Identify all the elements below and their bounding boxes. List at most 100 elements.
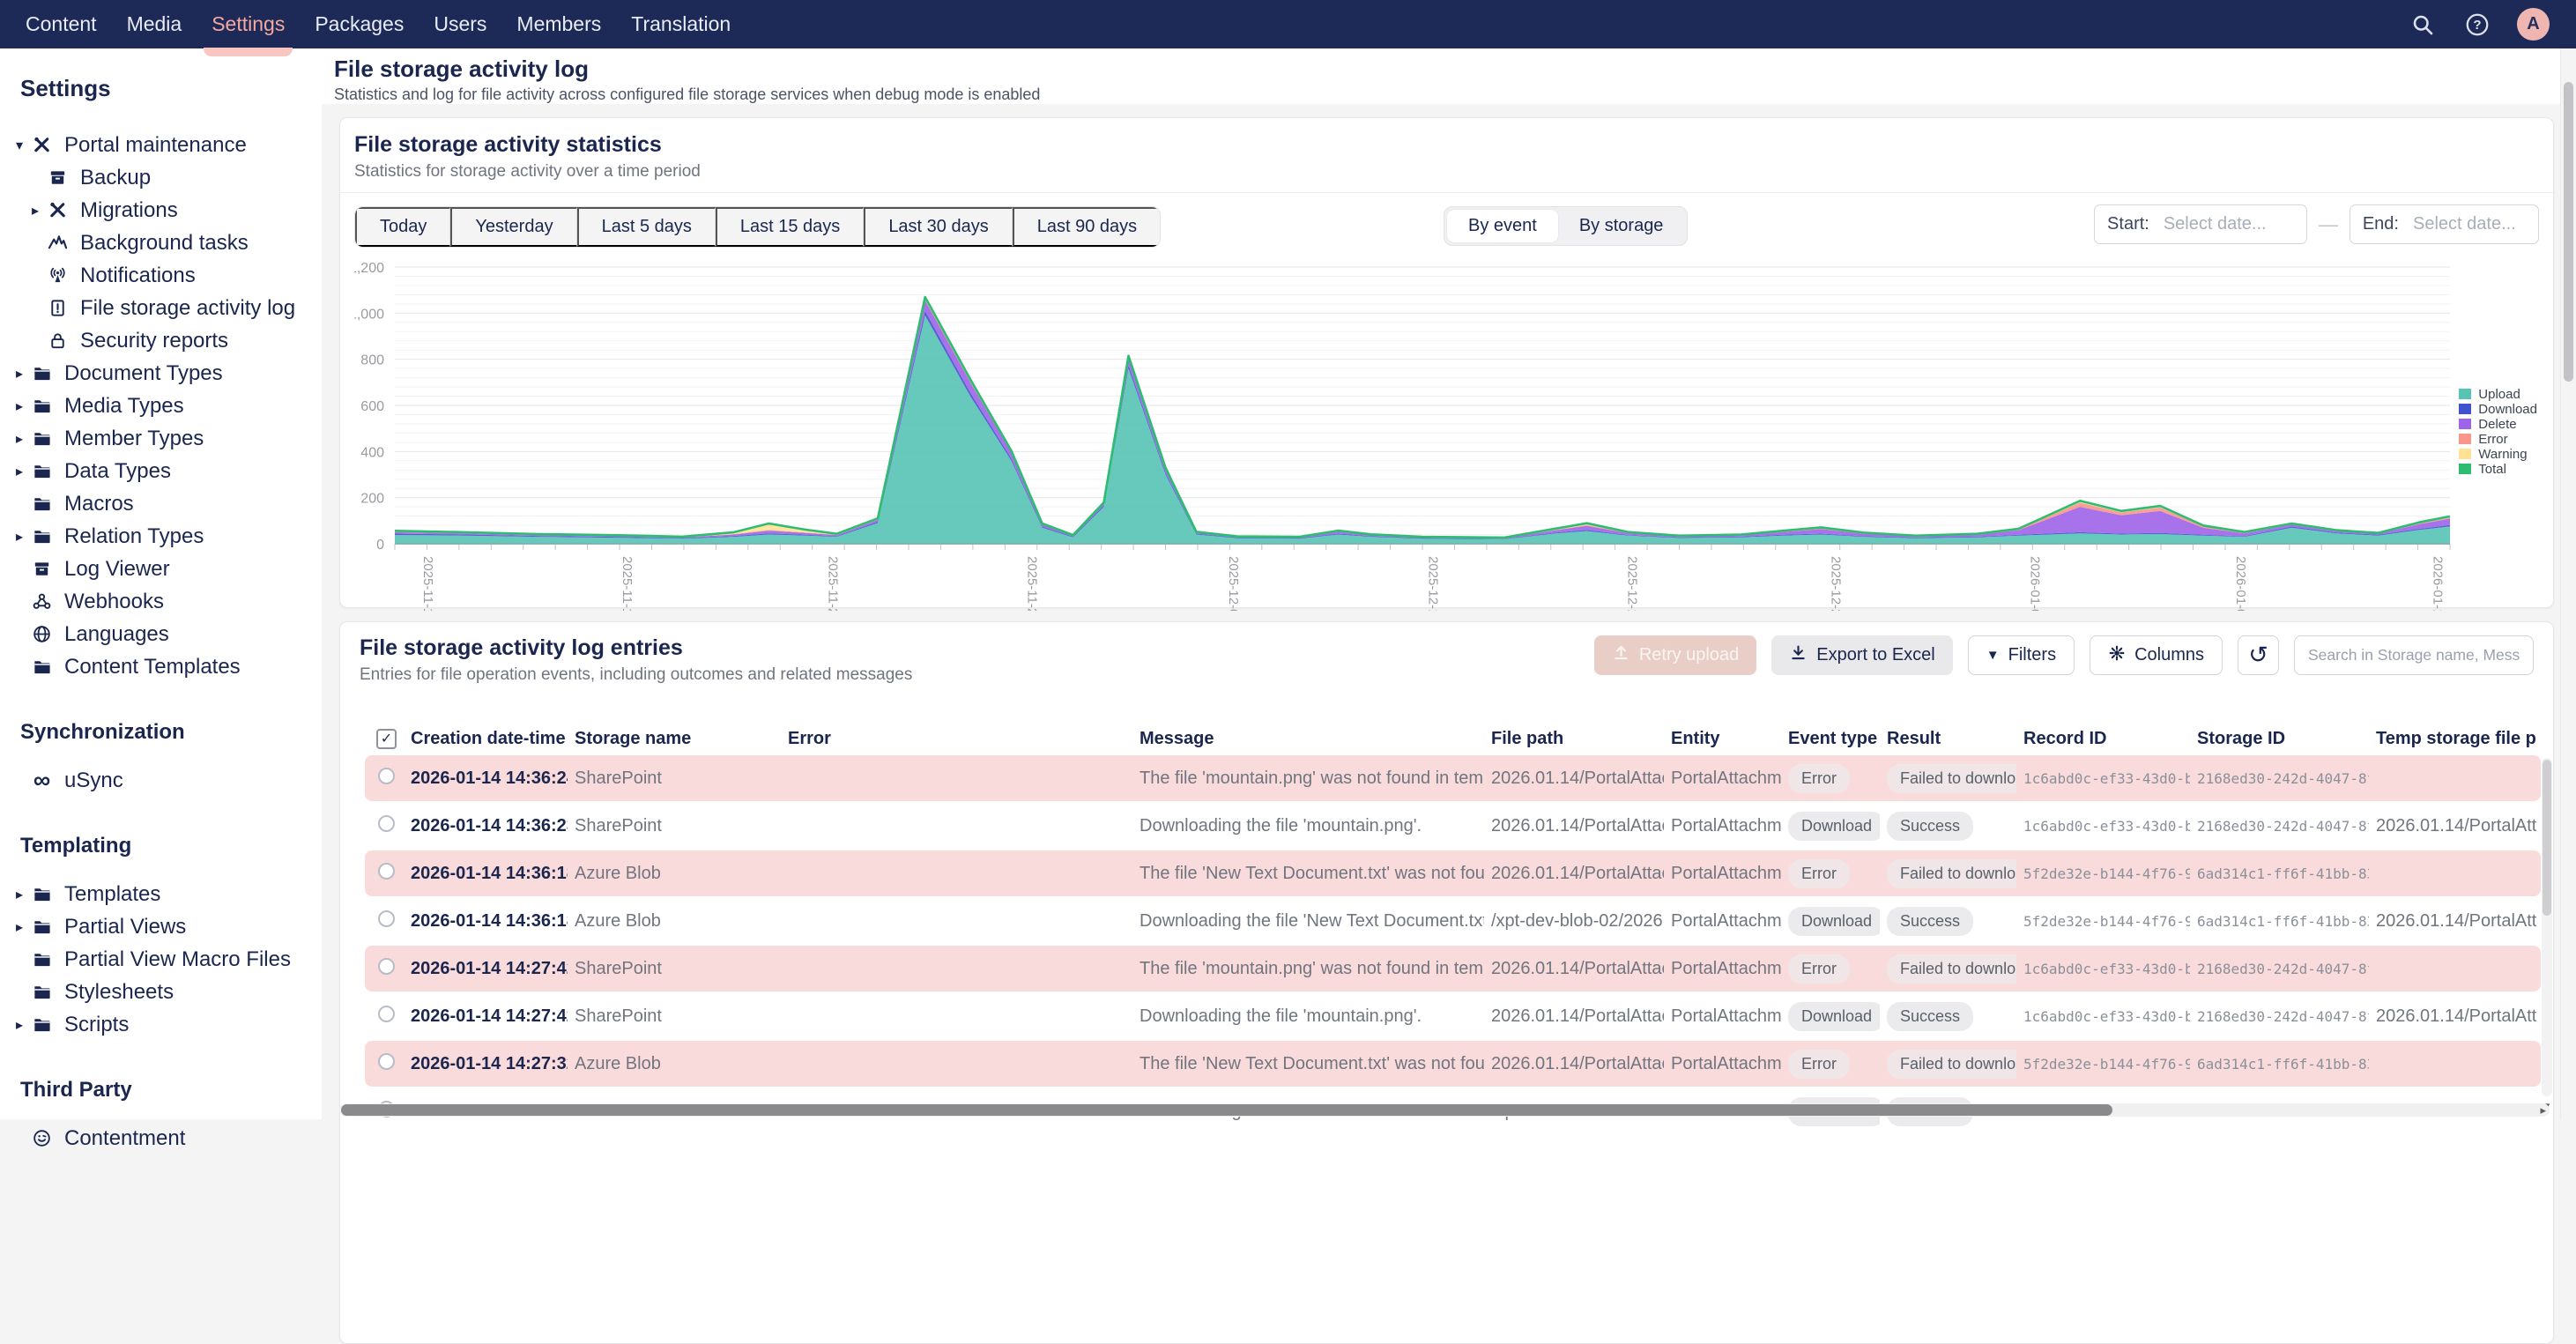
legend-item-delete[interactable]: Delete <box>2459 417 2537 431</box>
sidebar-item-notifications[interactable]: Notifications <box>0 259 322 292</box>
retry-upload-button[interactable]: Retry upload <box>1594 635 1756 675</box>
column-header-error[interactable]: Error <box>781 729 1132 749</box>
column-header-file_path[interactable]: File path <box>1484 729 1664 749</box>
entries-search-input[interactable] <box>2306 645 2521 665</box>
column-header-temp_path[interactable]: Temp storage file path <box>2369 729 2536 749</box>
sidebar-item-contentment[interactable]: Contentment <box>0 1122 322 1155</box>
sidebar-item-partial-views[interactable]: ▸Partial Views <box>0 910 322 943</box>
range-button-today[interactable]: Today <box>355 207 450 247</box>
nav-item-media[interactable]: Media <box>112 0 197 48</box>
sidebar-item-scripts[interactable]: ▸Scripts <box>0 1008 322 1041</box>
row-radio[interactable] <box>378 958 395 975</box>
sidebar-item-member-types[interactable]: ▸Member Types <box>0 422 322 455</box>
table-row[interactable]: 2026-01-14 14:27:42SharePointThe file 'm… <box>365 946 2541 991</box>
nav-item-settings[interactable]: Settings <box>197 0 300 48</box>
sidebar-item-media-types[interactable]: ▸Media Types <box>0 390 322 422</box>
sidebar-item-file-storage-activity-log[interactable]: File storage activity log <box>0 292 322 324</box>
caret-right-icon[interactable]: ▸ <box>26 202 45 219</box>
column-header-storage_id[interactable]: Storage ID <box>2190 729 2369 749</box>
search-icon[interactable] <box>2408 10 2438 40</box>
table-row[interactable]: 2026-01-14 14:36:18Azure BlobDownloading… <box>365 898 2541 944</box>
sidebar-item-backup[interactable]: Backup <box>0 161 322 194</box>
column-header-result[interactable]: Result <box>1880 729 2016 749</box>
sidebar-item-document-types[interactable]: ▸Document Types <box>0 357 322 390</box>
caret-right-icon[interactable]: ▸ <box>10 528 29 546</box>
start-date-input[interactable] <box>2162 213 2294 235</box>
sidebar-item-partial-view-macro-files[interactable]: Partial View Macro Files <box>0 943 322 976</box>
row-radio[interactable] <box>378 1053 395 1070</box>
caret-right-icon[interactable]: ▸ <box>10 463 29 480</box>
column-header-message[interactable]: Message <box>1132 729 1484 749</box>
caret-right-icon[interactable]: ▸ <box>10 1016 29 1034</box>
nav-item-packages[interactable]: Packages <box>300 0 419 48</box>
row-radio[interactable] <box>378 768 395 784</box>
table-vertical-scrollbar[interactable]: ▾ <box>2542 758 2552 1096</box>
sidebar-item-log-viewer[interactable]: Log Viewer <box>0 553 322 585</box>
columns-button[interactable]: Columns <box>2090 635 2223 675</box>
sidebar-item-relation-types[interactable]: ▸Relation Types <box>0 520 322 553</box>
column-header-record_id[interactable]: Record ID <box>2016 729 2190 749</box>
select-all-checkbox[interactable]: ✓ <box>376 729 397 749</box>
table-row[interactable]: 2026-01-14 14:27:32Azure BlobThe file 'N… <box>365 1041 2541 1087</box>
sidebar-item-usync[interactable]: ∞uSync <box>0 764 322 797</box>
caret-down-icon[interactable]: ▾ <box>10 137 29 154</box>
table-row[interactable]: 2026-01-14 14:36:23SharePointDownloading… <box>365 803 2541 849</box>
caret-right-icon[interactable]: ▸ <box>10 430 29 448</box>
range-button-last-30-days[interactable]: Last 30 days <box>864 207 1012 247</box>
column-header-event_type[interactable]: Event type <box>1781 729 1880 749</box>
row-radio[interactable] <box>378 863 395 880</box>
sidebar-item-migrations[interactable]: ▸Migrations <box>0 194 322 226</box>
sidebar-item-stylesheets[interactable]: Stylesheets <box>0 976 322 1008</box>
toggle-by-storage[interactable]: By storage <box>1558 210 1685 242</box>
window-vertical-scrollbar[interactable] <box>2560 48 2576 1119</box>
table-row[interactable]: 2026-01-14 14:36:18Azure BlobThe file 'N… <box>365 850 2541 896</box>
column-header-datetime[interactable]: Creation date-time▾ <box>404 729 568 749</box>
sidebar-item-data-types[interactable]: ▸Data Types <box>0 455 322 487</box>
legend-item-error[interactable]: Error <box>2459 432 2537 446</box>
nav-item-translation[interactable]: Translation <box>616 0 746 48</box>
window-vertical-scrollbar-thumb[interactable] <box>2564 82 2573 382</box>
avatar[interactable]: A <box>2517 8 2550 41</box>
help-icon[interactable]: ? <box>2462 10 2492 40</box>
sidebar-item-templates[interactable]: ▸Templates <box>0 878 322 910</box>
refresh-button[interactable]: ↺ <box>2238 635 2279 675</box>
sidebar-item-background-tasks[interactable]: Background tasks <box>0 226 322 259</box>
row-radio[interactable] <box>378 910 395 927</box>
caret-right-icon[interactable]: ▸ <box>10 886 29 903</box>
column-header-entity[interactable]: Entity <box>1664 729 1781 749</box>
svg-text:400: 400 <box>360 445 384 460</box>
row-radio[interactable] <box>378 1006 395 1022</box>
caret-right-icon[interactable]: ▸ <box>10 918 29 936</box>
sidebar-item-security-reports[interactable]: Security reports <box>0 324 322 357</box>
filters-button[interactable]: ▼ Filters <box>1968 635 2075 675</box>
column-header-storage_name[interactable]: Storage name <box>568 729 781 749</box>
legend-item-total[interactable]: Total <box>2459 462 2537 476</box>
table-vertical-scrollbar-thumb[interactable] <box>2543 760 2551 916</box>
table-horizontal-scrollbar-thumb[interactable] <box>341 1104 2112 1116</box>
caret-right-icon[interactable]: ▸ <box>10 365 29 382</box>
toggle-by-event[interactable]: By event <box>1447 210 1558 242</box>
sidebar-item-content-templates[interactable]: Content Templates <box>0 650 322 683</box>
legend-item-warning[interactable]: Warning <box>2459 447 2537 461</box>
sidebar-item-languages[interactable]: Languages <box>0 618 322 650</box>
legend-item-download[interactable]: Download <box>2459 402 2537 416</box>
export-to-excel-button[interactable]: Export to Excel <box>1771 635 1953 675</box>
nav-item-users[interactable]: Users <box>419 0 501 48</box>
table-row[interactable]: 2026-01-14 14:36:24SharePointThe file 'm… <box>365 755 2541 801</box>
sidebar-item-webhooks[interactable]: Webhooks <box>0 585 322 618</box>
end-date-input[interactable] <box>2411 213 2526 235</box>
nav-item-content[interactable]: Content <box>11 0 112 48</box>
row-radio[interactable] <box>378 815 395 832</box>
nav-item-members[interactable]: Members <box>501 0 616 48</box>
range-button-last-5-days[interactable]: Last 5 days <box>577 207 716 247</box>
sidebar-item-portal-maintenance[interactable]: ▾Portal maintenance <box>0 129 322 161</box>
legend-item-upload[interactable]: Upload <box>2459 387 2537 401</box>
range-button-last-90-days[interactable]: Last 90 days <box>1013 207 1160 247</box>
table-horizontal-scrollbar[interactable]: ▸ <box>339 1103 2550 1117</box>
scroll-right-arrow-icon[interactable]: ▸ <box>2540 1103 2546 1117</box>
range-button-yesterday[interactable]: Yesterday <box>450 207 576 247</box>
table-row[interactable]: 2026-01-14 14:27:42SharePointDownloading… <box>365 993 2541 1039</box>
sidebar-item-macros[interactable]: Macros <box>0 487 322 520</box>
range-button-last-15-days[interactable]: Last 15 days <box>716 207 864 247</box>
caret-right-icon[interactable]: ▸ <box>10 397 29 415</box>
